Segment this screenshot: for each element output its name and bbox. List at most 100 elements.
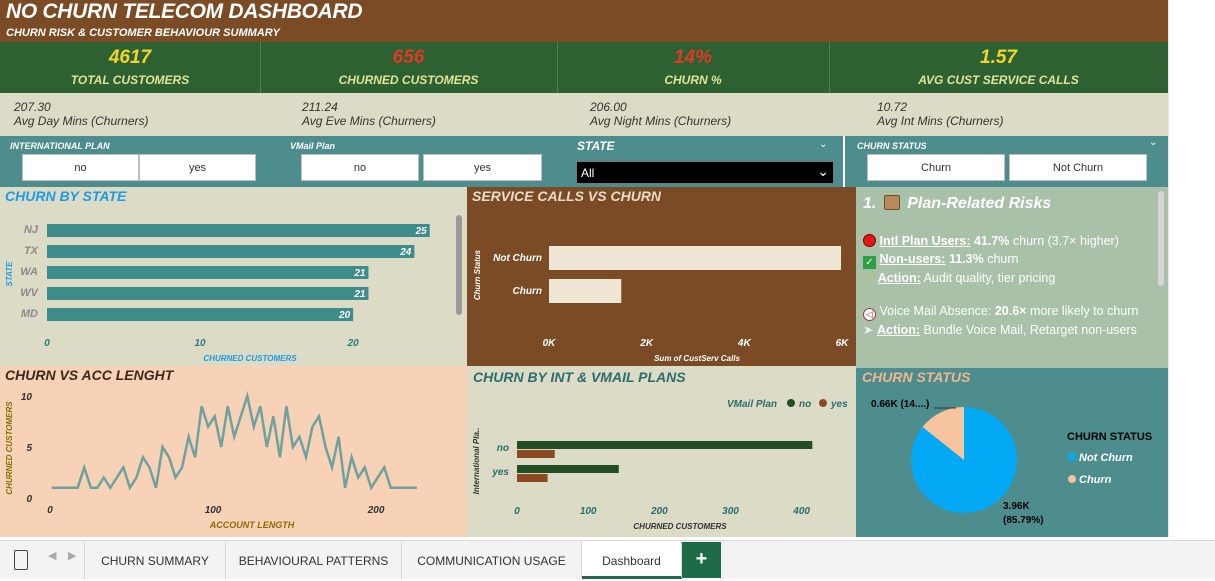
chevron-up-icon[interactable]: ⌄ (819, 139, 827, 150)
check-icon: ✓ (863, 256, 876, 269)
chevron-down-icon[interactable]: ⌄ (1149, 137, 1157, 148)
state-data-label: 25 (415, 226, 428, 237)
intl-plan-yes-button[interactable]: yes (139, 154, 256, 181)
acc-y-tick: 0 (26, 494, 32, 505)
kpi-avg-service-calls[interactable]: 1.57 AVG CUST SERVICE CALLS (829, 42, 1168, 93)
state-x-tick: 10 (195, 338, 207, 349)
right-scroll-area[interactable] (1168, 0, 1215, 537)
service-calls-panel[interactable]: SERVICE CALLS VS CHURN Not Churn Churn 0K 2… (467, 187, 856, 366)
tab-communication-usage[interactable]: COMMUNICATION USAGE (402, 541, 582, 579)
rocket-icon: ➤ (863, 323, 874, 337)
acc-x-tick: 200 (367, 505, 385, 516)
plans-x-tick: 400 (792, 506, 810, 517)
vmail-plan-yes-button[interactable]: yes (423, 154, 542, 181)
plans-x-tick: 0 (514, 506, 520, 517)
pie-legend-label: Churn (1079, 474, 1112, 486)
plans-x-tick: 100 (580, 506, 597, 517)
mute-icon: ◁ (863, 308, 876, 321)
state-dropdown-value: All (581, 166, 595, 180)
scrollbar-thumb[interactable] (1158, 191, 1164, 286)
risks-heading-number: 1. (863, 195, 877, 212)
nonusers-label: Non-users: (879, 252, 946, 266)
service-x-axis-label: Sum of CustServ Calls (654, 354, 740, 363)
churn-status-churn-button[interactable]: Churn (867, 154, 1005, 181)
avg-day-mins-card[interactable]: 207.30 Avg Day Mins (Churners) (14, 100, 148, 128)
churn-status-panel[interactable]: CHURN STATUS 0.66K (14....) 3.96K (85.79%)… (856, 368, 1168, 537)
intl-value: 41.7% (973, 234, 1010, 248)
service-y-axis-label: Churn Status (473, 249, 482, 300)
acc-y-tick: 10 (21, 392, 33, 403)
filter-divider (843, 136, 845, 187)
service-x-tick: 6K (836, 338, 850, 349)
kpi-churned-customers[interactable]: 656 CHURNED CUSTOMERS (260, 42, 557, 93)
state-bar (47, 266, 369, 279)
service-bar-chart: Not Churn Churn 0K 2K 4K 6K Sum of CustServ Ca… (473, 246, 850, 363)
plans-y-axis-label: International Pla.. (472, 428, 481, 495)
kpi-churn-percent[interactable]: 14% CHURN % (557, 42, 829, 93)
kpi-label: CHURN % (664, 73, 722, 87)
plans-legend-label: no (799, 399, 811, 410)
avg-int-mins-card[interactable]: 10.72 Avg Int Mins (Churners) (877, 100, 1004, 128)
pie-label-churn: 0.66K (14....) (871, 399, 929, 410)
tab-dashboard[interactable]: Dashboard (582, 541, 682, 579)
plan-risks-panel[interactable]: 1. Plan-Related Risks Intl Plan Users: 4… (856, 187, 1168, 368)
scrollbar-thumb[interactable] (456, 215, 462, 315)
state-y-axis-label: STATE (5, 261, 14, 287)
plans-legend-marker (819, 399, 827, 407)
churn-status-notchurn-button[interactable]: Not Churn (1009, 154, 1147, 181)
action2-rest: Bundle Voice Mail, Retarget non-users (923, 323, 1137, 337)
prev-page-icon[interactable]: ◀ (48, 549, 56, 562)
state-bar (47, 287, 369, 300)
churn-by-plans-panel[interactable]: CHURN BY INT & VMAIL PLANS VMail Plan no y… (467, 366, 856, 537)
state-tick-label: NJ (24, 224, 39, 236)
plans-bar (517, 441, 813, 449)
avg-label: Avg Eve Mins (Churners) (302, 114, 436, 128)
churn-vs-acc-length-panel[interactable]: CHURN VS ACC LENGHT 0 5 10 0 100 200 ACCOUNT L… (0, 366, 467, 537)
action2-label: Action: (876, 323, 921, 337)
avg-eve-mins-card[interactable]: 211.24 Avg Eve Mins (Churners) (302, 100, 436, 128)
page-title: NO CHURN TELECOM DASHBOARD (6, 0, 363, 23)
avg-night-mins-card[interactable]: 206.00 Avg Night Mins (Churners) (590, 100, 731, 128)
tab-churn-summary[interactable]: CHURN SUMMARY (84, 541, 226, 579)
state-tick-label: WV (20, 287, 39, 299)
state-tick-label: TX (24, 245, 39, 257)
vmail-plan-no-button[interactable]: no (301, 154, 419, 181)
acc-x-tick: 100 (205, 505, 222, 516)
next-page-icon[interactable]: ▶ (68, 549, 76, 562)
mobile-layout-icon[interactable] (14, 550, 28, 570)
risks-heading-text: Plan-Related Risks (907, 195, 1052, 212)
plans-x-tick: 200 (650, 506, 668, 517)
tab-behavioural-patterns[interactable]: BEHAVIOURAL PATTERNS (226, 541, 402, 579)
vmail-value: 20.6× (994, 304, 1027, 318)
avg-label: Avg Day Mins (Churners) (14, 114, 149, 128)
churn-by-state-panel[interactable]: CHURN BY STATE NJ 25 TX 24 WA 21 WV 21 MD 20 0 10 20… (0, 187, 467, 366)
state-bar (47, 245, 415, 258)
plans-legend-marker (787, 399, 795, 407)
vmail-pre: Voice Mail Absence: (879, 304, 992, 318)
kpi-label: CHURNED CUSTOMERS (338, 73, 479, 87)
kpi-label: AVG CUST SERVICE CALLS (918, 73, 1079, 87)
pie-label-notchurn-value: 3.96K (1003, 501, 1030, 512)
pie-legend-marker (1068, 475, 1076, 483)
kpi-label: TOTAL CUSTOMERS (70, 73, 190, 87)
intl-plan-no-button[interactable]: no (22, 154, 139, 181)
state-dropdown[interactable]: All ⌄ (576, 161, 834, 184)
kpi-value: 1.57 (980, 47, 1017, 68)
state-x-tick: 20 (347, 338, 360, 349)
plans-bar (517, 474, 548, 482)
nonusers-rest: churn (987, 252, 1019, 266)
state-bar-chart: NJ 25 TX 24 WA 21 WV 21 MD 20 0 10 20 CHURNED CUSTOME… (5, 224, 430, 363)
kpi-band: 4617 TOTAL CUSTOMERS 656 CHURNED CUSTOME… (0, 42, 1168, 93)
add-page-button[interactable]: + (682, 542, 721, 578)
acc-y-tick: 5 (26, 443, 32, 454)
kpi-total-customers[interactable]: 4617 TOTAL CUSTOMERS (0, 42, 260, 93)
nonusers-value: 11.3% (948, 252, 984, 266)
state-slicer-label: STATE (577, 139, 615, 153)
pointing-hand-icon: ☞ (863, 271, 875, 285)
state-x-tick: 0 (44, 338, 50, 349)
state-x-axis-label: CHURNED CUSTOMERS (203, 354, 297, 363)
service-bar (549, 246, 842, 270)
plans-bar-chart: VMail Plan no yes no yes 0 100 200 300 400 CHURNED… (472, 399, 848, 531)
pie-legend-title: CHURN STATUS (1067, 431, 1152, 443)
service-tick-label: Not Churn (493, 253, 542, 264)
